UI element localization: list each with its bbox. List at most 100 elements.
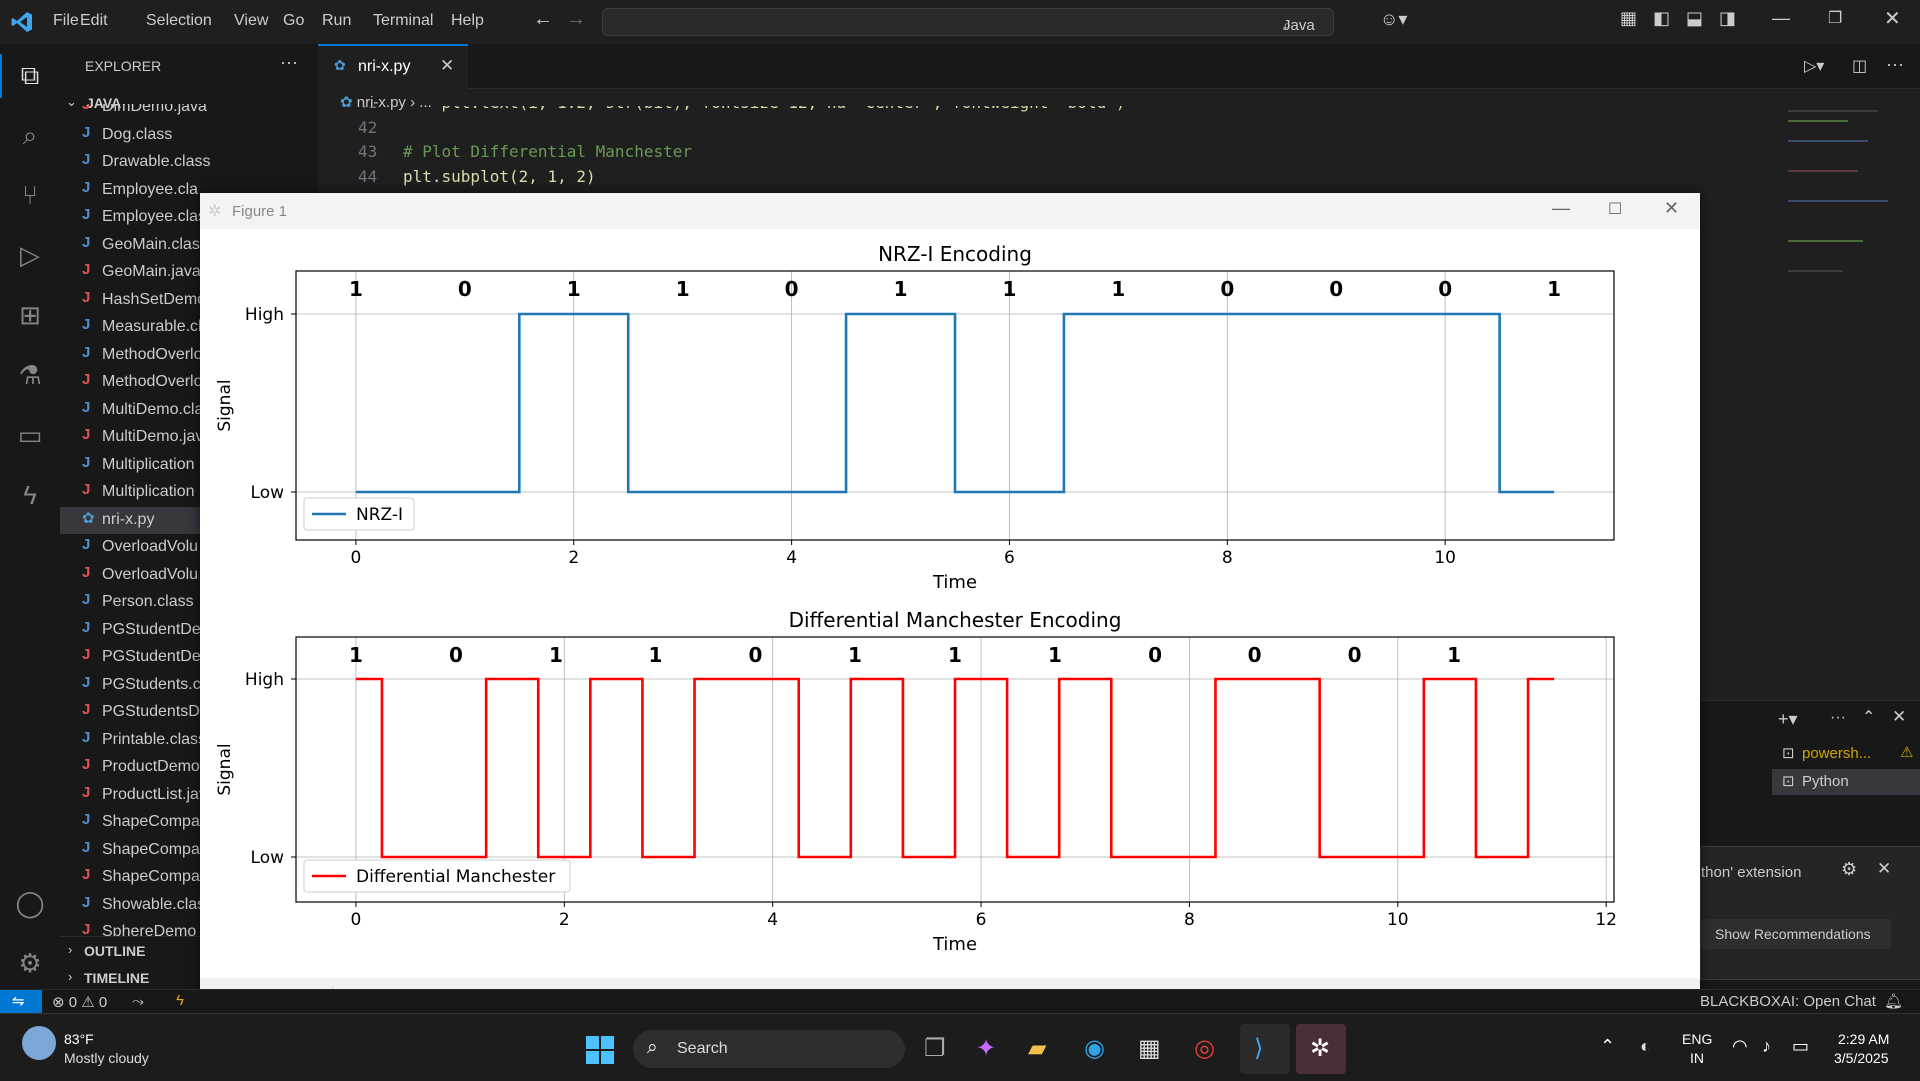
file-item[interactable]: J Drawable.class <box>60 149 318 176</box>
notifications-bell-icon[interactable]: 🔔︎ <box>1884 992 1903 1010</box>
timeline-section[interactable]: TIMELINE <box>84 970 149 986</box>
weather-description[interactable]: Mostly cloudy <box>64 1050 149 1066</box>
settings-gear-icon[interactable]: ⚙ <box>13 946 47 980</box>
blackbox-status[interactable]: BLACKBOXAI: Open Chat <box>1700 993 1876 1010</box>
minimap[interactable] <box>1788 110 1898 280</box>
terminal-item-python[interactable]: ⊡ Python <box>1772 769 1920 795</box>
python-figure-taskbar-button[interactable]: ✲ <box>1296 1024 1346 1074</box>
more-actions-icon[interactable]: ··· <box>280 52 298 73</box>
file-name: DimDemo.java <box>102 104 207 115</box>
taskbar-search-box[interactable]: ⌕ Search <box>633 1030 905 1068</box>
menu-selection[interactable]: Selection <box>146 12 212 30</box>
tray-app-icon[interactable]: ◐ <box>1640 1036 1651 1057</box>
file-name: Measurable.cl <box>102 318 202 335</box>
remote-explorer-icon[interactable]: ▭ <box>13 418 47 452</box>
clock-date[interactable]: 3/5/2025 <box>1834 1050 1889 1066</box>
class-file-icon: J <box>82 206 91 223</box>
bit-label: 1 <box>948 643 962 667</box>
testing-icon[interactable]: ⚗ <box>13 358 47 392</box>
vscode-taskbar-button[interactable]: ⟩ <box>1240 1024 1290 1074</box>
language-region[interactable]: IN <box>1690 1050 1704 1066</box>
copilot-icon[interactable]: ☺▾ <box>1380 9 1407 30</box>
menu-help[interactable]: Help <box>451 12 484 30</box>
editor-more-icon[interactable]: ··· <box>1886 54 1904 75</box>
notification-close-icon[interactable]: ✕ <box>1877 859 1891 879</box>
search-icon[interactable]: ⌕ <box>13 118 47 152</box>
bit-label: 1 <box>1003 277 1017 301</box>
new-terminal-icon[interactable]: +▾ <box>1778 709 1798 730</box>
source-control-icon[interactable]: ⑂ <box>13 178 47 212</box>
java-file-icon: J <box>82 866 91 883</box>
file-item[interactable]: J Dog.class <box>60 122 318 149</box>
code-line[interactable]: plt.subplot(2, 1, 2) <box>403 167 596 186</box>
toggle-panel-icon[interactable]: ⬓ <box>1686 8 1703 29</box>
windows-taskbar: 83°F Mostly cloudy ⌕ Search ❐ ✦ ▰ ◉ ▦ ◎ … <box>0 1013 1920 1081</box>
figure-close-icon[interactable]: ✕ <box>1664 198 1679 219</box>
figure-maximize-icon[interactable]: ☐ <box>1608 199 1622 219</box>
menu-file[interactable]: File <box>53 12 79 30</box>
windows-start-icon[interactable] <box>585 1035 615 1065</box>
close-panel-icon[interactable]: ✕ <box>1892 707 1906 727</box>
edge-browser-icon[interactable]: ◉ <box>1084 1034 1105 1063</box>
code-line[interactable]: plt.text(i, 1.2, str(bit), fontsize=12, … <box>403 106 1126 112</box>
customize-layout-icon[interactable]: ▦ <box>1620 8 1637 29</box>
file-explorer-icon[interactable]: ▰ <box>1028 1034 1046 1063</box>
chrome-browser-icon[interactable]: ◎ <box>1194 1034 1215 1063</box>
volume-icon[interactable]: ♪ <box>1762 1036 1771 1057</box>
copilot-app-icon[interactable]: ✦ <box>976 1034 996 1063</box>
restore-window-icon[interactable]: ❐ <box>1828 8 1842 28</box>
close-window-icon[interactable]: ✕ <box>1884 6 1901 31</box>
code-view[interactable]: 41 plt.text(i, 1.2, str(bit), fontsize=1… <box>318 106 1718 206</box>
language-code[interactable]: ENG <box>1682 1031 1712 1047</box>
panel-more-icon[interactable]: ··· <box>1830 709 1846 727</box>
toggle-secondary-sidebar-icon[interactable]: ◨ <box>1719 8 1736 29</box>
blackbox-icon[interactable]: ϟ <box>13 478 47 512</box>
matplotlib-figure-window: ✲ Figure 1 — ☐ ✕ 0 2 4 6 8 10 High Low 1 0 1 1 0 1 1 1 0… <box>200 193 1700 1020</box>
terminal-item-powershell[interactable]: ⊡ powersh... ⚠ <box>1772 741 1920 767</box>
minimize-window-icon[interactable]: — <box>1772 8 1790 29</box>
clock-time[interactable]: 2:29 AM <box>1838 1031 1889 1047</box>
vscode-logo-icon[interactable] <box>10 10 34 34</box>
menu-terminal[interactable]: Terminal <box>373 12 433 30</box>
lightning-icon[interactable]: ϟ <box>176 992 184 1009</box>
microsoft-store-icon[interactable]: ▦ <box>1138 1034 1161 1063</box>
explorer-icon[interactable]: ⧉ <box>13 58 47 92</box>
code-line[interactable]: # Plot Differential Manchester <box>403 142 692 161</box>
task-view-icon[interactable]: ❐ <box>924 1034 946 1063</box>
show-hidden-icons-icon[interactable]: ⌃ <box>1600 1036 1615 1057</box>
problems-indicator[interactable]: ⊗ 0 ⚠ 0 <box>52 993 107 1011</box>
extensions-icon[interactable]: ⊞ <box>13 298 47 332</box>
maximize-panel-icon[interactable]: ⌃ <box>1862 707 1875 727</box>
figure-minimize-icon[interactable]: — <box>1552 198 1570 219</box>
class-file-icon: J <box>82 893 91 911</box>
weather-temperature[interactable]: 83°F <box>64 1031 94 1047</box>
forward-arrow-icon[interactable]: → <box>566 8 586 31</box>
weather-icon[interactable] <box>22 1026 56 1060</box>
outline-section[interactable]: OUTLINE <box>84 943 145 959</box>
close-tab-icon[interactable]: ✕ <box>440 56 454 76</box>
tab-nri-x[interactable]: ✿ nri-x.py ✕ <box>318 44 468 90</box>
menu-go[interactable]: Go <box>283 12 304 30</box>
bit-label: 1 <box>349 643 363 667</box>
battery-icon[interactable]: ▭ <box>1792 1036 1809 1057</box>
wifi-icon[interactable]: ◠ <box>1732 1036 1748 1057</box>
menu-run[interactable]: Run <box>322 12 351 30</box>
class-file-icon: J <box>82 838 91 856</box>
toggle-sidebar-icon[interactable]: ◧ <box>1653 8 1670 29</box>
x-tick-label: 6 <box>1004 548 1015 568</box>
back-arrow-icon[interactable]: ← <box>533 8 553 31</box>
menu-edit[interactable]: Edit <box>80 12 108 30</box>
remote-indicator[interactable]: ⇋ <box>0 990 42 1014</box>
account-icon[interactable]: ◯ <box>13 886 47 920</box>
notification-gear-icon[interactable]: ⚙ <box>1841 859 1857 880</box>
file-item[interactable]: J DimDemo.java <box>60 104 318 121</box>
split-editor-icon[interactable]: ◫ <box>1852 56 1867 76</box>
run-file-icon[interactable]: ▷▾ <box>1804 56 1824 76</box>
menu-view[interactable]: View <box>234 12 268 30</box>
command-search-box[interactable]: ⌕ Java <box>602 8 1334 36</box>
x-tick-label: 8 <box>1222 548 1233 568</box>
run-debug-icon[interactable]: ▷ <box>13 238 47 272</box>
debug-icon[interactable]: ⤳ <box>132 993 144 1010</box>
show-recommendations-button[interactable]: Show Recommendations <box>1701 919 1891 949</box>
figure-canvas[interactable]: 0 2 4 6 8 10HighLow1 0 1 1 0 1 1 1 0 0 0 1NRZ-I Encoding… <box>200 229 1700 978</box>
